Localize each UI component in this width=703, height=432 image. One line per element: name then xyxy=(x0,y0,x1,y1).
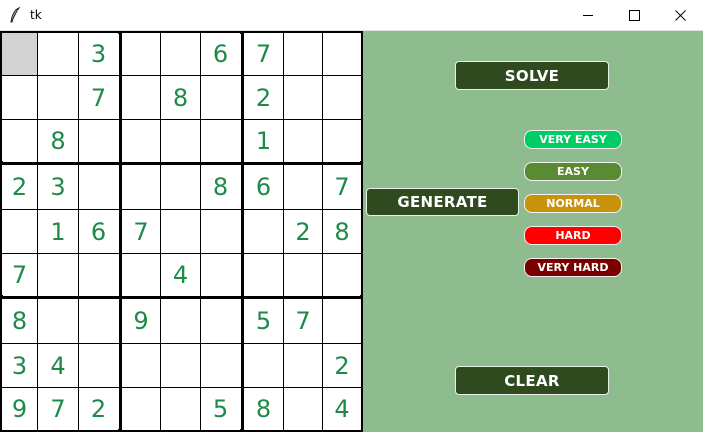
sudoku-cell[interactable] xyxy=(38,33,78,75)
solve-button[interactable]: SOLVE xyxy=(455,61,609,90)
generate-button[interactable]: GENERATE xyxy=(366,188,519,216)
sudoku-cell[interactable]: 9 xyxy=(2,388,37,430)
sudoku-cell[interactable]: 8 xyxy=(244,388,283,430)
sudoku-cell[interactable] xyxy=(201,76,240,119)
minimize-icon xyxy=(582,14,593,16)
sudoku-cell[interactable] xyxy=(244,344,283,387)
sudoku-cell[interactable] xyxy=(323,76,361,119)
sudoku-cell[interactable] xyxy=(201,299,240,343)
sudoku-cell[interactable]: 8 xyxy=(323,210,361,253)
sudoku-cell[interactable] xyxy=(2,76,37,119)
sudoku-cell[interactable]: 4 xyxy=(161,254,200,295)
title-bar: tk xyxy=(0,0,703,31)
sudoku-cell[interactable]: 8 xyxy=(38,120,78,161)
sudoku-cell[interactable] xyxy=(161,344,200,387)
sudoku-cell[interactable] xyxy=(284,120,322,161)
sudoku-cell[interactable]: 3 xyxy=(38,165,78,209)
sudoku-cell[interactable] xyxy=(122,76,160,119)
sudoku-cell[interactable] xyxy=(122,344,160,387)
feather-icon xyxy=(10,7,21,23)
sudoku-cell[interactable] xyxy=(323,33,361,75)
sudoku-cell[interactable]: 7 xyxy=(79,76,118,119)
sudoku-cell[interactable]: 1 xyxy=(38,210,78,253)
sudoku-cell[interactable] xyxy=(201,120,240,161)
sudoku-cell[interactable] xyxy=(161,210,200,253)
sudoku-cell[interactable]: 7 xyxy=(284,299,322,343)
sudoku-cell[interactable] xyxy=(122,165,160,209)
sudoku-cell[interactable] xyxy=(284,254,322,295)
sudoku-cell[interactable] xyxy=(161,33,200,75)
sudoku-cell[interactable] xyxy=(284,33,322,75)
normal-button[interactable]: NORMAL xyxy=(524,194,622,213)
close-button[interactable] xyxy=(657,0,703,30)
sudoku-cell[interactable]: 2 xyxy=(284,210,322,253)
sudoku-cell[interactable] xyxy=(284,165,322,209)
sudoku-cell[interactable] xyxy=(122,388,160,430)
sudoku-cell[interactable] xyxy=(323,299,361,343)
sudoku-cell[interactable]: 7 xyxy=(323,165,361,209)
sudoku-cell[interactable] xyxy=(79,165,118,209)
sudoku-cell[interactable]: 2 xyxy=(323,344,361,387)
sudoku-cell[interactable]: 7 xyxy=(38,388,78,430)
sudoku-cell[interactable]: 5 xyxy=(244,299,283,343)
sudoku-cell[interactable] xyxy=(323,254,361,295)
sudoku-cell[interactable]: 8 xyxy=(161,76,200,119)
window-title: tk xyxy=(30,8,42,22)
sudoku-cell[interactable]: 7 xyxy=(2,254,37,295)
sudoku-board: 367782812386716728748957342972584 xyxy=(0,31,363,432)
sudoku-cell[interactable] xyxy=(161,120,200,161)
sudoku-cell[interactable]: 1 xyxy=(244,120,283,161)
sudoku-cell[interactable]: 4 xyxy=(38,344,78,387)
sudoku-cell[interactable] xyxy=(323,120,361,161)
sudoku-cell[interactable] xyxy=(38,254,78,295)
minimize-button[interactable] xyxy=(565,0,611,30)
sudoku-cell[interactable]: 7 xyxy=(122,210,160,253)
sudoku-cell[interactable]: 6 xyxy=(244,165,283,209)
sudoku-cell[interactable] xyxy=(38,76,78,119)
sudoku-cell[interactable]: 5 xyxy=(201,388,240,430)
sudoku-cell[interactable]: 2 xyxy=(2,165,37,209)
sudoku-cell[interactable]: 9 xyxy=(122,299,160,343)
easy-button[interactable]: EASY xyxy=(524,162,622,181)
sudoku-cell[interactable] xyxy=(201,254,240,295)
sudoku-cell[interactable]: 6 xyxy=(79,210,118,253)
sudoku-cell[interactable]: 3 xyxy=(79,33,118,75)
sudoku-cell[interactable]: 7 xyxy=(244,33,283,75)
sudoku-cell[interactable] xyxy=(79,299,118,343)
sudoku-cell[interactable] xyxy=(284,344,322,387)
sudoku-cell[interactable] xyxy=(38,299,78,343)
sudoku-cell[interactable] xyxy=(122,33,160,75)
sudoku-cell[interactable] xyxy=(2,33,37,75)
sudoku-cell[interactable] xyxy=(244,254,283,295)
sudoku-cell[interactable]: 2 xyxy=(79,388,118,430)
sudoku-cell[interactable] xyxy=(79,344,118,387)
sudoku-cell[interactable]: 3 xyxy=(2,344,37,387)
sudoku-cell[interactable] xyxy=(122,254,160,295)
sudoku-cell[interactable]: 8 xyxy=(2,299,37,343)
sudoku-cell[interactable]: 6 xyxy=(201,33,240,75)
maximize-icon xyxy=(628,9,640,21)
sudoku-cell[interactable] xyxy=(122,120,160,161)
sudoku-cell[interactable] xyxy=(161,165,200,209)
sudoku-cell[interactable] xyxy=(161,299,200,343)
sudoku-cell[interactable] xyxy=(284,76,322,119)
sudoku-cell[interactable]: 8 xyxy=(201,165,240,209)
sudoku-cell[interactable] xyxy=(244,210,283,253)
hard-button[interactable]: HARD xyxy=(524,226,622,245)
sudoku-cell[interactable] xyxy=(201,344,240,387)
sudoku-cell[interactable] xyxy=(201,210,240,253)
sudoku-cell[interactable] xyxy=(161,388,200,430)
sudoku-cell[interactable] xyxy=(79,254,118,295)
sudoku-cell[interactable] xyxy=(2,210,37,253)
very-easy-button[interactable]: VERY EASY xyxy=(524,130,622,149)
maximize-button[interactable] xyxy=(611,0,657,30)
close-icon xyxy=(674,9,686,21)
sudoku-cell[interactable] xyxy=(2,120,37,161)
sudoku-cell[interactable]: 2 xyxy=(244,76,283,119)
sudoku-cell[interactable] xyxy=(79,120,118,161)
clear-button[interactable]: CLEAR xyxy=(455,366,609,395)
sudoku-cell[interactable]: 4 xyxy=(323,388,361,430)
sudoku-cell[interactable] xyxy=(284,388,322,430)
very-hard-button[interactable]: VERY HARD xyxy=(524,258,622,277)
